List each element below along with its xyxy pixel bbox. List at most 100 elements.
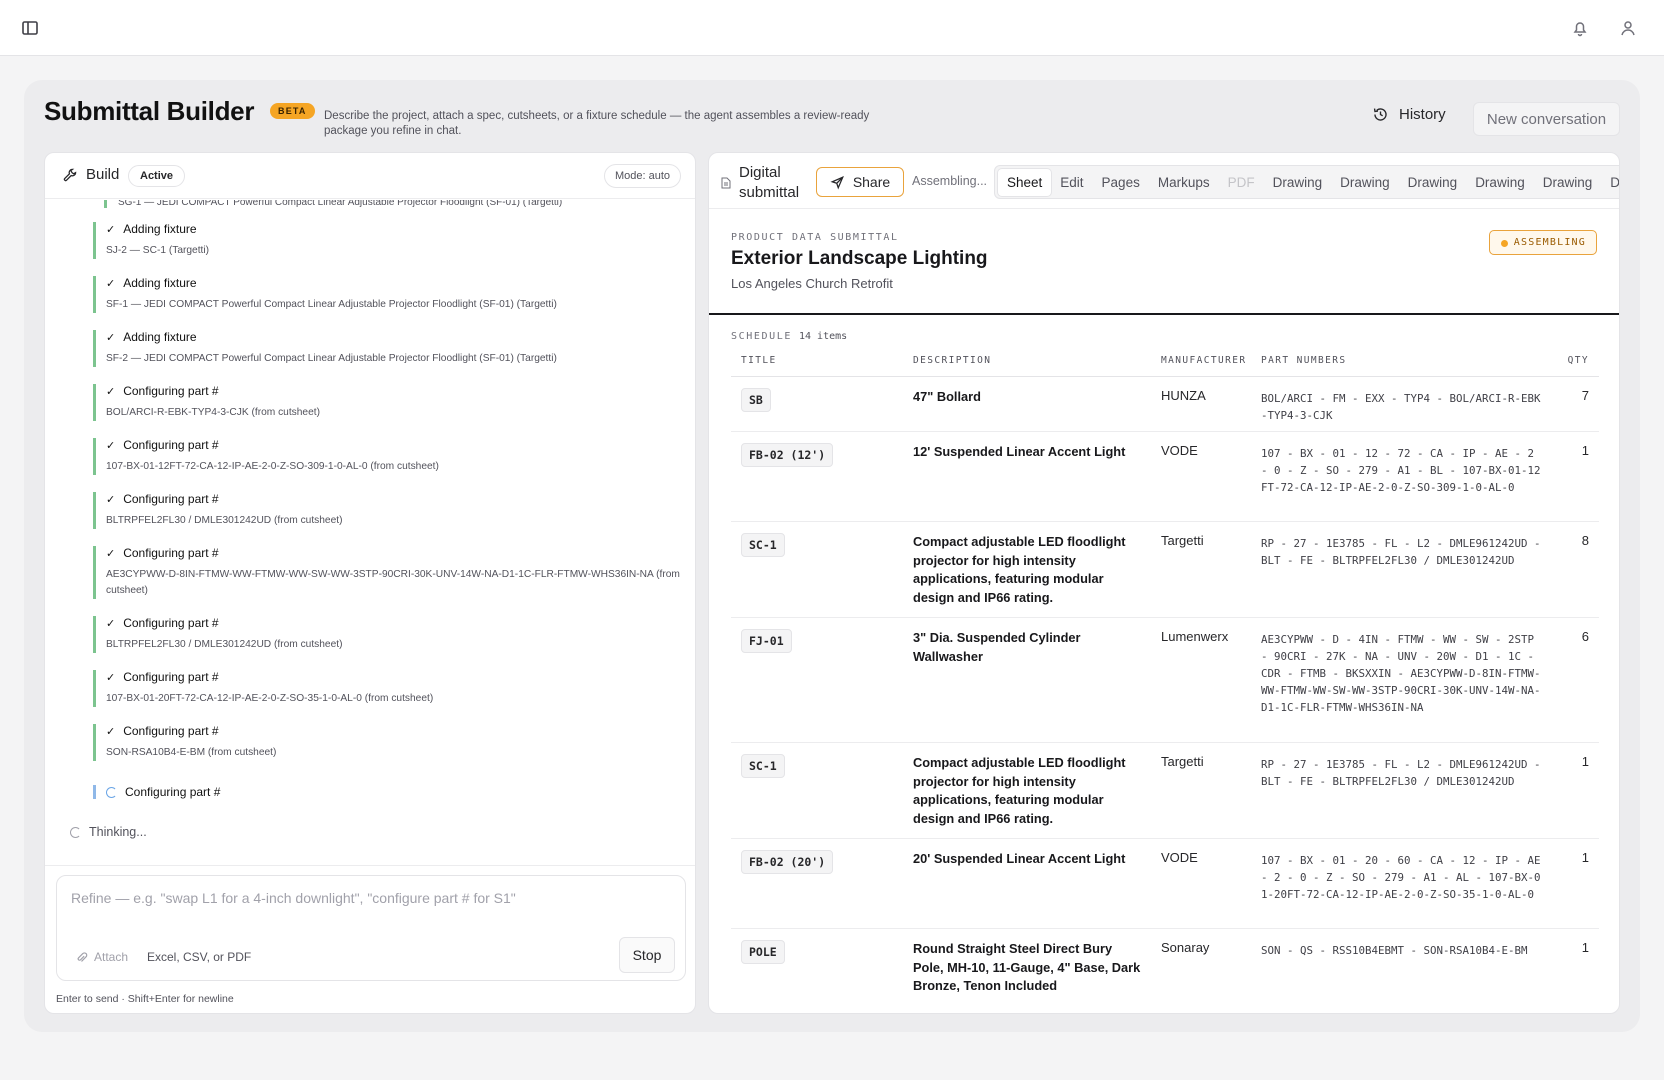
table-row[interactable]: FJ-01 3" Dia. Suspended Cylinder Wallwas…: [731, 618, 1599, 743]
send-icon: [830, 175, 844, 190]
tab-drawing[interactable]: Drawing: [1466, 169, 1534, 196]
build-label: Build: [86, 166, 120, 183]
tab-drawing[interactable]: Drawing: [1534, 169, 1602, 196]
share-button[interactable]: Share: [816, 167, 904, 197]
step-detail: SF-1 — JEDI COMPACT Powerful Compact Lin…: [106, 299, 557, 310]
tab-edit[interactable]: Edit: [1051, 169, 1092, 196]
fixture-part-numbers: RP - 27 - 1E3785 - FL - L2 - DMLE961242U…: [1261, 537, 1541, 567]
fixture-tag: SC-1: [741, 533, 785, 557]
submittal-panel: Digital submittal Share Assembling... Sh…: [708, 152, 1620, 1014]
check-icon: ✓: [106, 617, 116, 630]
step-detail: AE3CYPWW-D-8IN-FTMW-WW-FTMW-WW-SW-WW-3ST…: [106, 569, 680, 596]
attach-formats: Excel, CSV, or PDF: [147, 950, 252, 964]
log-truncated-line: SG-1 — JEDI COMPACT Powerful Compact Lin…: [104, 200, 562, 208]
attach-button[interactable]: Attach: [75, 950, 128, 964]
fixture-manufacturer: HUNZA: [1161, 388, 1206, 403]
wrench-icon: [63, 168, 77, 181]
tab-pdf: PDF: [1227, 174, 1255, 190]
stop-button[interactable]: Stop: [619, 937, 675, 973]
fixture-qty: 8: [1581, 533, 1589, 548]
table-row[interactable]: SC-1 Compact adjustable LED floodlight p…: [731, 522, 1599, 618]
tab-drawing[interactable]: Drawing: [1399, 169, 1467, 196]
document-type: PRODUCT DATA SUBMITTAL: [731, 232, 899, 243]
check-icon: ✓: [106, 671, 116, 684]
log-step: ✓ Adding fixture SJ-2 — SC-1 (Targetti): [93, 222, 683, 259]
table-row[interactable]: POLE Round Straight Steel Direct Bury Po…: [731, 929, 1599, 1009]
step-detail: SF-2 — JEDI COMPACT Powerful Compact Lin…: [106, 353, 557, 364]
fixture-qty: 6: [1581, 629, 1589, 644]
check-icon: ✓: [106, 547, 116, 560]
table-row[interactable]: FB-02 (12') 12' Suspended Linear Accent …: [731, 432, 1599, 522]
log-step: ✓ Configuring part # 107-BX-01-12FT-72-CA…: [93, 438, 683, 475]
column-header-qty: QTY: [1567, 355, 1589, 366]
heading-rule: [709, 313, 1619, 315]
refine-composer[interactable]: Refine — e.g. "swap L1 for a 4-inch down…: [56, 875, 686, 981]
fixture-description: Compact adjustable LED floodlight projec…: [913, 755, 1126, 826]
schedule-label: SCHEDULE: [731, 331, 792, 342]
share-label: Share: [852, 174, 891, 190]
agent-log[interactable]: SG-1 — JEDI COMPACT Powerful Compact Lin…: [45, 200, 695, 818]
table-row[interactable]: SC-1 Compact adjustable LED floodlight p…: [731, 743, 1599, 839]
step-detail: SON-RSA10B4-E-BM (from cutsheet): [106, 747, 277, 758]
check-icon: ✓: [106, 385, 116, 398]
fixture-qty: 7: [1581, 388, 1589, 403]
build-panel: Build Active Mode: auto SG-1 — JEDI COMP…: [44, 152, 696, 1014]
bell-icon[interactable]: [1570, 18, 1590, 38]
status-dot-icon: [1500, 240, 1508, 247]
step-title: Adding fixture: [123, 330, 197, 344]
assembling-status-text: Assembling...: [912, 174, 988, 188]
fixture-tag: FB-02 (12'): [741, 443, 834, 467]
mode-selector[interactable]: Mode: auto: [603, 164, 681, 188]
paperclip-icon: [77, 951, 88, 962]
user-icon[interactable]: [1618, 18, 1638, 38]
document-title: Exterior Landscape Lighting: [731, 248, 988, 269]
divider: [45, 865, 695, 866]
log-step: ✓ Adding fixture SF-2 — JEDI COMPACT Powe…: [93, 330, 683, 367]
fixture-manufacturer: Lumenwerx: [1161, 629, 1229, 644]
tab-markups[interactable]: Markups: [1149, 169, 1219, 196]
check-icon: ✓: [106, 223, 116, 236]
fixture-tag: FB-02 (20'): [741, 850, 834, 874]
history-button[interactable]: History: [1372, 106, 1446, 123]
table-row[interactable]: FB-02 (20') 20' Suspended Linear Accent …: [731, 839, 1599, 929]
step-title: Configuring part #: [123, 546, 219, 560]
log-step: ✓ Configuring part # BLTRPFEL2FL30 / DMLE…: [93, 616, 683, 653]
sidebar-toggle-icon[interactable]: [20, 18, 40, 38]
attach-label: Attach: [94, 950, 129, 964]
log-step: ✓ Configuring part # 107-BX-01-20FT-72-CA…: [93, 670, 683, 707]
table-row[interactable]: SB 47" Bollard HUNZA BOL/ARCI - FM - EXX…: [731, 377, 1599, 432]
step-title: Configuring part #: [123, 384, 219, 398]
thinking-label: Thinking...: [89, 825, 147, 839]
step-title: Adding fixture: [123, 222, 197, 236]
step-title: Configuring part #: [125, 785, 221, 799]
step-title: Configuring part #: [123, 492, 219, 506]
submittal-title: Digital submittal: [739, 164, 800, 201]
tab-truncated[interactable]: D: [1601, 169, 1619, 196]
log-step: ✓ Configuring part # AE3CYPWW-D-8IN-FTMW-…: [93, 546, 683, 599]
status-badge: ASSEMBLING: [1488, 230, 1597, 255]
fixture-qty: 1: [1581, 850, 1589, 865]
refine-input[interactable]: Refine — e.g. "swap L1 for a 4-inch down…: [71, 890, 516, 906]
tab-pages[interactable]: Pages: [1093, 169, 1149, 196]
tab-sheet[interactable]: Sheet: [998, 168, 1052, 196]
tab-drawing[interactable]: Drawing: [1264, 169, 1332, 196]
check-icon: ✓: [106, 493, 116, 506]
new-conversation-button[interactable]: New conversation: [1473, 102, 1620, 136]
step-title: Adding fixture: [123, 276, 197, 290]
build-panel-header: Build Active Mode: auto: [45, 153, 695, 199]
fixture-qty: 1: [1581, 754, 1589, 769]
tab-drawing[interactable]: Drawing: [1331, 169, 1399, 196]
build-heading: Build: [62, 166, 119, 183]
fixture-qty: 1: [1581, 940, 1589, 955]
check-icon: ✓: [106, 331, 116, 344]
fixture-qty: 1: [1581, 443, 1589, 458]
beta-badge: BETA: [270, 103, 315, 119]
page-title: Submittal Builder: [44, 96, 255, 126]
check-icon: ✓: [106, 439, 116, 452]
fixture-description: Round Straight Steel Direct Bury Pole, M…: [913, 941, 1141, 993]
fixture-part-numbers: SON - QS - RSS10B4EBMT - SON-RSA10B4-E-B…: [1261, 944, 1528, 957]
check-icon: ✓: [106, 725, 116, 738]
spinner-icon: [106, 786, 117, 798]
fixture-part-numbers: 107 - BX - 01 - 12 - 72 - CA - IP - AE -…: [1261, 447, 1541, 494]
status-label: ASSEMBLING: [1513, 237, 1586, 248]
